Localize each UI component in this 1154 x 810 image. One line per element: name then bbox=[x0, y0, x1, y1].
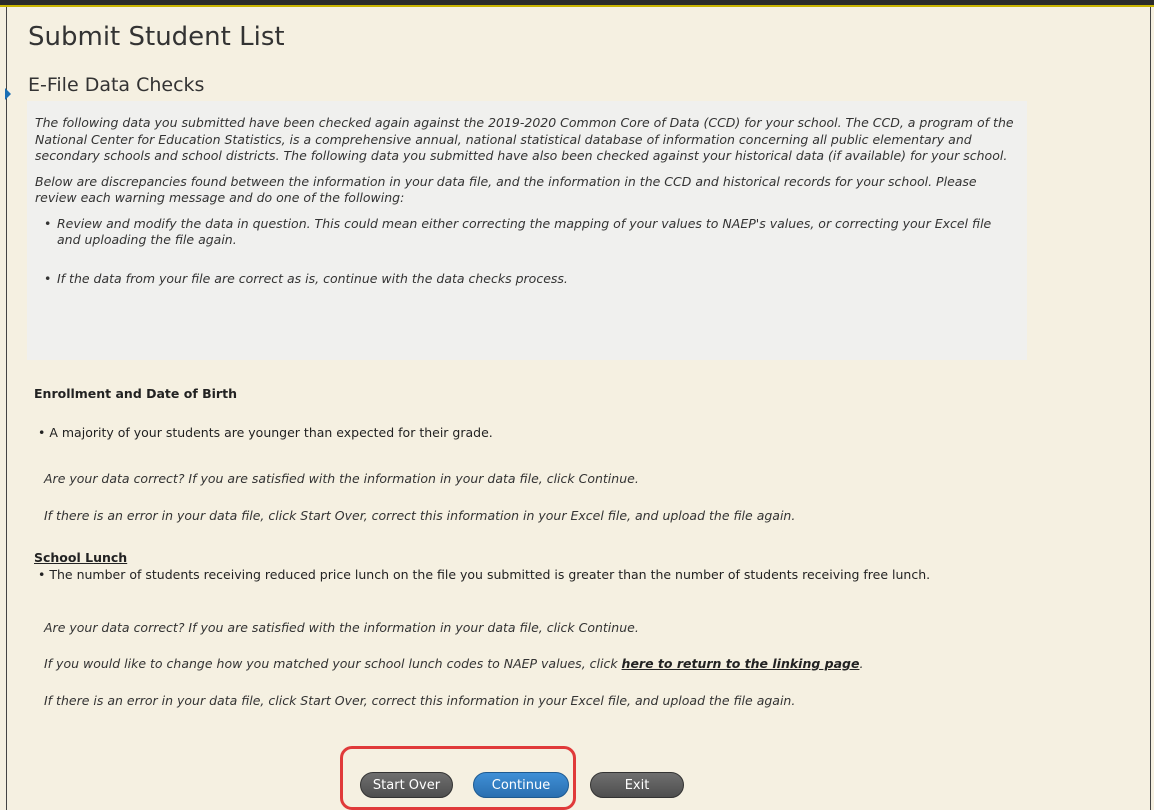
lunch-line-1: Are your data correct? If you are satisf… bbox=[44, 620, 639, 635]
top-bar bbox=[0, 0, 1154, 7]
instructions-bullet-1: Review and modify the data in question. … bbox=[44, 216, 1015, 249]
arrow-marker-icon bbox=[5, 88, 11, 100]
instructions-paragraph-1: The following data you submitted have be… bbox=[35, 115, 1014, 163]
lunch-bullet: • The number of students receiving reduc… bbox=[38, 567, 931, 582]
instructions-bullet-2: If the data from your file are correct a… bbox=[44, 271, 1015, 288]
instructions-list: Review and modify the data in question. … bbox=[35, 216, 1015, 288]
enrollment-line-1: Are your data correct? If you are satisf… bbox=[44, 471, 639, 486]
lunch-line-2: If you would like to change how you matc… bbox=[44, 656, 863, 671]
instructions-paragraph-2: Below are discrepancies found between th… bbox=[35, 173, 977, 206]
exit-button[interactable]: Exit bbox=[590, 772, 684, 798]
enrollment-line-2: If there is an error in your data file, … bbox=[44, 508, 796, 523]
lunch-line-2-suffix: . bbox=[859, 656, 864, 671]
continue-button[interactable]: Continue bbox=[473, 772, 569, 798]
enrollment-bullet: • A majority of your students are younge… bbox=[38, 425, 493, 440]
left-border bbox=[6, 7, 7, 810]
enrollment-heading: Enrollment and Date of Birth bbox=[34, 386, 237, 401]
lunch-line-3: If there is an error in your data file, … bbox=[44, 693, 796, 708]
enrollment-bullet-text: A majority of your students are younger … bbox=[49, 425, 493, 440]
lunch-bullet-text: The number of students receiving reduced… bbox=[49, 567, 931, 582]
return-to-linking-page-link[interactable]: here to return to the linking page bbox=[622, 656, 860, 671]
page-title: Submit Student List bbox=[28, 22, 285, 52]
instructions-box: The following data you submitted have be… bbox=[27, 101, 1027, 360]
lunch-line-2-prefix: If you would like to change how you matc… bbox=[44, 656, 622, 671]
start-over-button[interactable]: Start Over bbox=[360, 772, 453, 798]
school-lunch-heading: School Lunch bbox=[34, 550, 128, 565]
section-title: E-File Data Checks bbox=[28, 74, 205, 96]
right-border bbox=[1150, 7, 1151, 810]
